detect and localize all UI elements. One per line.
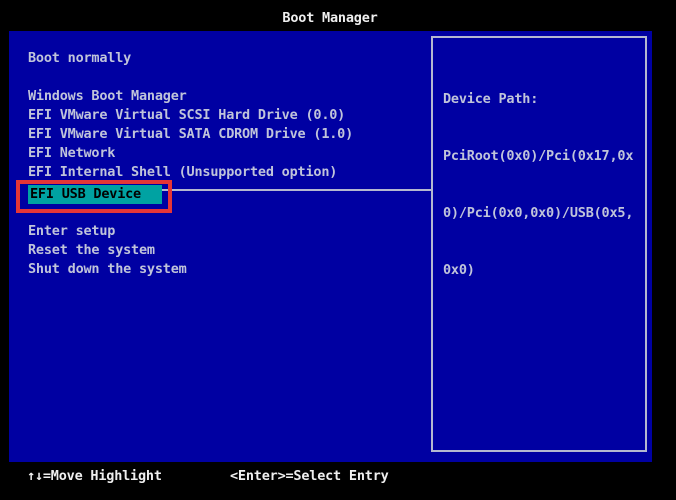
menu-item-windows-boot-manager[interactable]: Windows Boot Manager (28, 87, 187, 106)
move-highlight-hint: ↑↓=Move Highlight (27, 467, 162, 486)
device-path-line: 0x0) (443, 261, 633, 280)
select-entry-hint: <Enter>=Select Entry (230, 467, 389, 486)
annotation-red-box (16, 180, 172, 213)
device-path-text: Device Path: PciRoot(0x0)/Pci(0x17,0x 0)… (443, 52, 633, 318)
menu-item-efi-network[interactable]: EFI Network (28, 144, 115, 163)
main-panel: Boot normally Windows Boot Manager EFI V… (9, 31, 652, 462)
menu-item-shutdown-system[interactable]: Shut down the system (28, 260, 187, 279)
menu-item-reset-system[interactable]: Reset the system (28, 241, 155, 260)
help-bar: ↑↓=Move Highlight <Enter>=Select Entry (0, 467, 676, 486)
menu-item-boot-normally[interactable]: Boot normally (28, 49, 131, 68)
selection-connector-line (161, 189, 431, 191)
menu-item-efi-scsi-hard-drive[interactable]: EFI VMware Virtual SCSI Hard Drive (0.0) (28, 106, 345, 125)
page-title: Boot Manager (0, 9, 660, 28)
menu-item-enter-setup[interactable]: Enter setup (28, 222, 115, 241)
boot-manager-screen: Boot Manager Boot normally Windows Boot … (0, 0, 676, 500)
device-path-panel: Device Path: PciRoot(0x0)/Pci(0x17,0x 0)… (431, 36, 647, 452)
device-path-line: PciRoot(0x0)/Pci(0x17,0x (443, 147, 633, 166)
device-path-line: 0)/Pci(0x0,0x0)/USB(0x5, (443, 204, 633, 223)
device-path-label: Device Path: (443, 90, 633, 109)
menu-item-efi-sata-cdrom-drive[interactable]: EFI VMware Virtual SATA CDROM Drive (1.0… (28, 125, 353, 144)
